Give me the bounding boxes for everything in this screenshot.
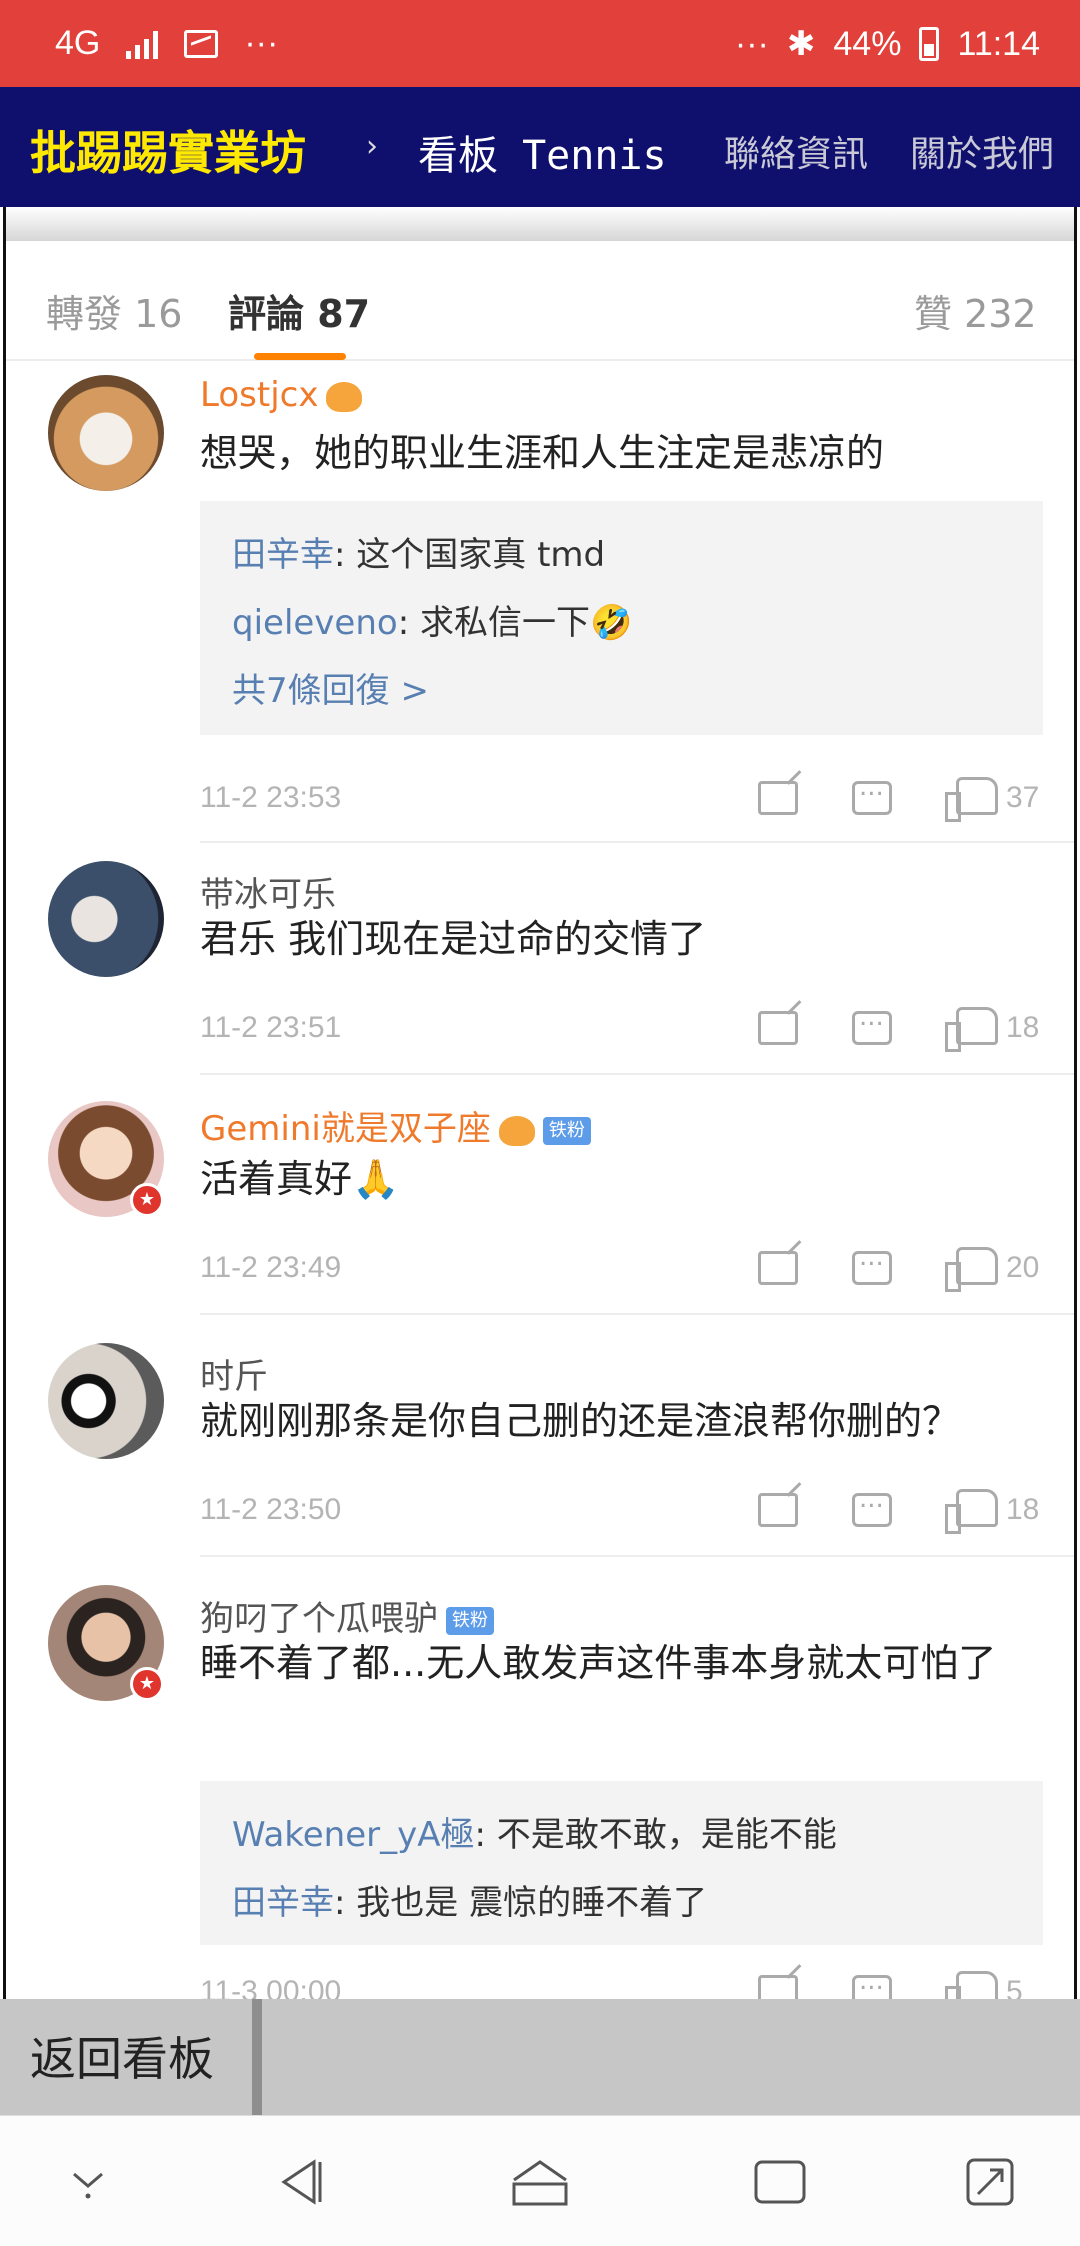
share-icon[interactable]	[758, 1011, 798, 1045]
share-icon[interactable]	[758, 1251, 798, 1285]
comment-username[interactable]: 狗叼了个瓜喂驴 铁粉	[200, 1591, 494, 1640]
board-link[interactable]: 看板 Tennis	[418, 123, 667, 181]
like-count: 18	[1006, 1011, 1040, 1044]
system-nav-bar	[0, 2115, 1080, 2246]
vip-crown-icon	[498, 1115, 535, 1146]
verified-badge-icon: ★	[130, 1667, 164, 1701]
comment-username[interactable]: 时斤	[200, 1349, 268, 1398]
share-icon[interactable]	[758, 781, 798, 815]
comment-icon[interactable]	[852, 772, 892, 815]
fan-badge: 铁粉	[446, 1606, 494, 1635]
comment-username[interactable]: 带冰可乐	[200, 867, 336, 916]
breadcrumb-separator: ›	[366, 129, 378, 164]
avatar[interactable]	[48, 1343, 164, 1459]
verified-badge-icon: ★	[130, 1183, 164, 1217]
comment-text: 君乐 我们现在是过命的交情了	[200, 917, 707, 961]
like-icon[interactable]	[945, 1007, 998, 1052]
battery-icon	[919, 27, 940, 61]
back-bar-divider	[252, 1999, 262, 2115]
like-icon[interactable]	[945, 777, 998, 822]
like-icon[interactable]	[945, 1489, 998, 1534]
tab-repost[interactable]: 轉發 16	[46, 283, 182, 338]
like-count: 18	[1006, 1493, 1040, 1526]
like-count: 20	[1006, 1251, 1040, 1284]
comment-icon[interactable]	[852, 1002, 892, 1045]
hide-keyboard-icon[interactable]	[64, 2156, 112, 2204]
comment-icon[interactable]	[852, 1966, 892, 1999]
post-image: 轉發 16 評論 87 贊 232 Lostjcx 想哭，她的职业生涯和人生注定…	[3, 207, 1077, 1999]
battery-percent: 44%	[833, 24, 902, 63]
more-notifications-icon: ···	[244, 24, 279, 62]
vip-crown-icon	[326, 381, 363, 412]
like-icon[interactable]	[945, 1247, 998, 1292]
comment-time: 11-2 23:49	[200, 1251, 342, 1284]
comment-username[interactable]: Lostjcx	[200, 375, 363, 415]
comment-tabs: 轉發 16 評論 87 贊 232	[6, 241, 1074, 361]
reply-line: Wakener_yA極: 不是敢不敢，是能不能	[232, 1815, 837, 1855]
active-tab-indicator	[254, 353, 346, 360]
comment-text: 就刚刚那条是你自己删的还是渣浪帮你删的？	[200, 1399, 961, 1443]
comment-icon[interactable]	[852, 1242, 892, 1285]
back-to-board-button[interactable]: 返回看板	[30, 2023, 214, 2089]
bluetooth-icon: ✱	[786, 25, 816, 63]
status-bar: 4G ··· ··· ✱ 44% 11:14	[0, 0, 1080, 87]
share-icon[interactable]	[758, 1975, 798, 1999]
image-top-shadow	[6, 207, 1074, 241]
divider	[200, 841, 1074, 843]
like-count: 37	[1006, 781, 1040, 814]
fan-badge: 铁粉	[542, 1116, 591, 1145]
comment-username[interactable]: Gemini就是双子座 铁粉	[200, 1101, 591, 1150]
tab-comments[interactable]: 評論 87	[228, 283, 370, 338]
reply-line: 田辛幸: 我也是 震惊的睡不着了	[232, 1883, 708, 1923]
reply-preview-box[interactable]: Wakener_yA極: 不是敢不敢，是能不能 田辛幸: 我也是 震惊的睡不着了	[200, 1781, 1043, 1945]
like-count: 5	[1006, 1975, 1023, 1999]
divider	[200, 1313, 1074, 1315]
comment-text: 睡不着了都...无人敢发声这件事本身就太可怕了	[200, 1641, 997, 1685]
avatar[interactable]	[48, 375, 164, 491]
comment-icon[interactable]	[852, 1484, 892, 1527]
more-status-icon: ···	[734, 24, 769, 63]
more-replies-link[interactable]: 共7條回復 >	[232, 663, 429, 712]
expand-icon[interactable]	[964, 2156, 1016, 2208]
home-icon[interactable]	[508, 2156, 572, 2208]
avatar[interactable]	[48, 861, 164, 977]
contact-link[interactable]: 聯絡資訊	[724, 125, 868, 177]
comment-time: 11-3 00:00	[200, 1975, 342, 1999]
comment-text: 活着真好🙏	[200, 1157, 400, 1201]
signal-icon	[126, 29, 159, 59]
share-icon[interactable]	[758, 1493, 798, 1527]
reply-line: qieleveno: 求私信一下🤣	[232, 603, 633, 643]
recent-apps-icon[interactable]	[752, 2156, 808, 2208]
clock: 11:14	[957, 24, 1040, 63]
like-icon[interactable]	[945, 1971, 998, 1999]
back-icon[interactable]	[274, 2156, 326, 2208]
comment-time: 11-2 23:51	[200, 1011, 342, 1044]
image-notification-icon	[184, 29, 219, 58]
comment-text: 想哭，她的职业生涯和人生注定是悲凉的	[200, 431, 885, 475]
network-type: 4G	[55, 24, 101, 62]
comment-time: 11-2 23:53	[200, 781, 342, 814]
about-link[interactable]: 關於我們	[910, 125, 1054, 177]
site-header: 批踢踢實業坊 › 看板 Tennis 聯絡資訊 關於我們	[0, 87, 1080, 207]
comment-time: 11-2 23:50	[200, 1493, 342, 1526]
divider	[200, 1555, 1074, 1557]
site-brand-link[interactable]: 批踢踢實業坊	[30, 117, 306, 183]
reply-preview-box[interactable]: 田辛幸: 这个国家真 tmd qieleveno: 求私信一下🤣 共7條回復 >	[200, 501, 1043, 735]
divider	[200, 1073, 1074, 1075]
reply-line: 田辛幸: 这个国家真 tmd	[232, 535, 606, 575]
back-bar: 返回看板	[0, 1999, 1080, 2115]
tab-likes[interactable]: 贊 232	[914, 283, 1037, 338]
